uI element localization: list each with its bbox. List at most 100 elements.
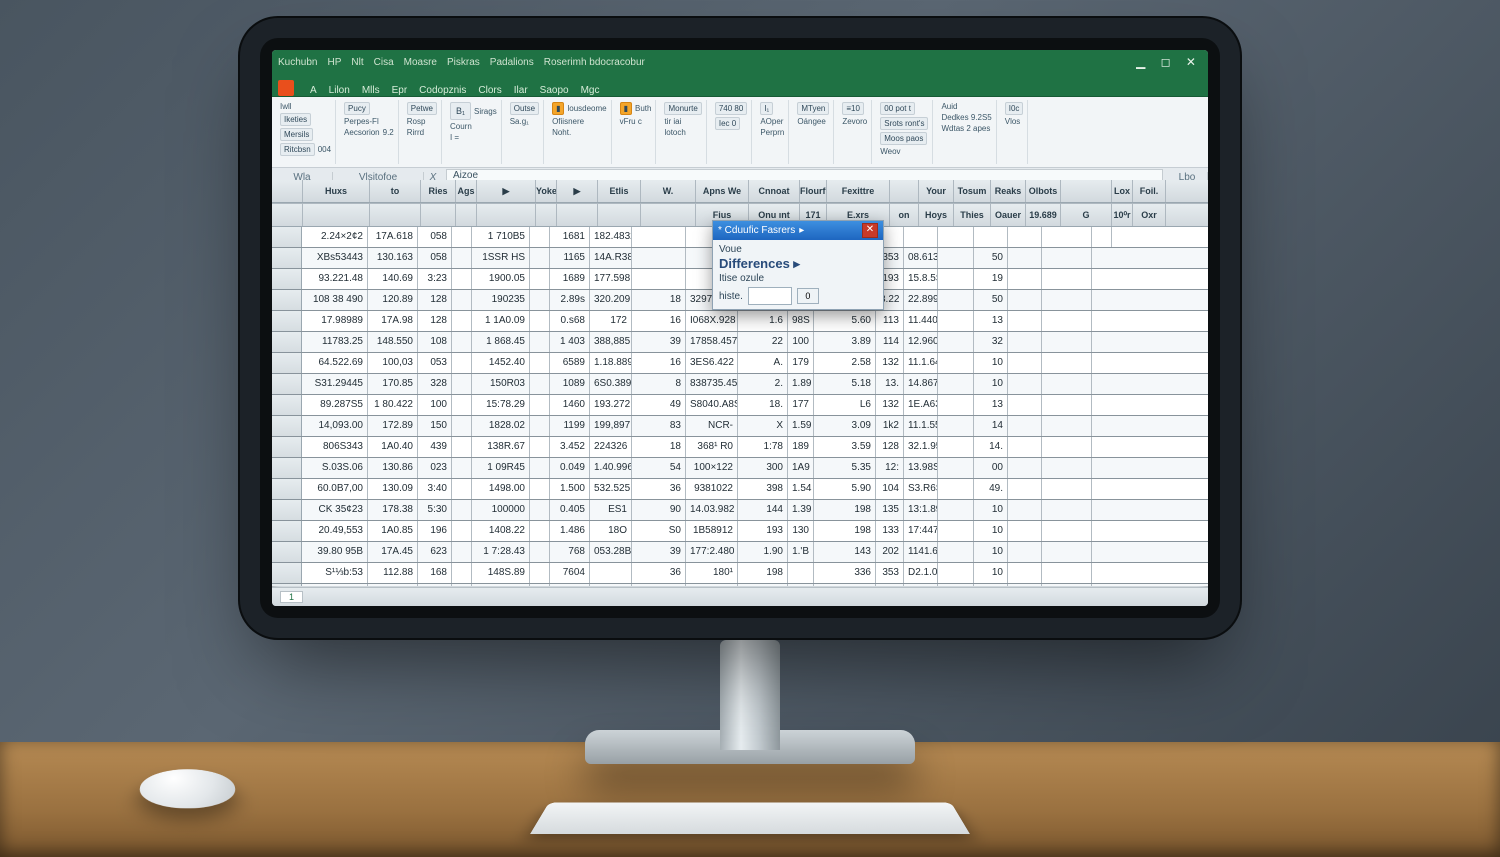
cell[interactable]: 18 xyxy=(632,437,686,457)
cell[interactable]: 058 xyxy=(418,248,452,268)
cell[interactable]: 5.35 xyxy=(814,458,876,478)
cell[interactable] xyxy=(938,416,974,436)
cell[interactable]: 1.89 xyxy=(788,374,814,394)
cell[interactable]: 7604 xyxy=(550,563,590,583)
table-row[interactable]: 806S3431A0.40439138R.673.45222432618368¹… xyxy=(272,437,1208,458)
col-header[interactable]: Etlis xyxy=(598,180,641,202)
cell[interactable]: 170.85 xyxy=(368,374,418,394)
cell[interactable] xyxy=(1008,437,1042,457)
cell[interactable] xyxy=(1008,374,1042,394)
col-header[interactable]: Ries xyxy=(421,180,456,202)
cell[interactable] xyxy=(418,584,452,586)
col-subheader[interactable] xyxy=(536,204,557,226)
cell[interactable]: 1k2 xyxy=(876,416,904,436)
cell[interactable]: 1828.02 xyxy=(472,416,530,436)
cell[interactable]: 113 xyxy=(876,311,904,331)
cell[interactable] xyxy=(938,227,974,247)
cell[interactable]: 135 xyxy=(876,500,904,520)
cell[interactable]: 49. xyxy=(974,479,1008,499)
cell[interactable]: 6S0.389 xyxy=(590,374,632,394)
cell[interactable] xyxy=(938,563,974,583)
cell[interactable] xyxy=(1008,227,1042,247)
cell[interactable] xyxy=(302,584,368,586)
cell[interactable]: 14 xyxy=(974,416,1008,436)
cell[interactable]: 1141.62 xyxy=(904,542,938,562)
cell[interactable] xyxy=(452,416,472,436)
cell[interactable]: 1165 xyxy=(550,248,590,268)
cell[interactable] xyxy=(738,584,788,586)
cell[interactable]: 0.405 xyxy=(550,500,590,520)
cell[interactable]: 1.59 xyxy=(788,416,814,436)
cell[interactable] xyxy=(530,332,550,352)
cell[interactable]: 90 xyxy=(632,500,686,520)
cell[interactable]: 39 xyxy=(632,542,686,562)
table-row[interactable]: 20.49,5531A0.851961408.221.48618O 2234S0… xyxy=(272,521,1208,542)
cell[interactable]: 13:1.89 xyxy=(904,500,938,520)
cell[interactable]: 22 xyxy=(738,332,788,352)
cell[interactable]: 16 xyxy=(632,311,686,331)
cell[interactable] xyxy=(530,584,550,586)
highlight-icon[interactable]: ▮ xyxy=(552,102,564,115)
col-header[interactable]: Apns We xyxy=(696,180,749,202)
col-header[interactable]: Reaks xyxy=(991,180,1026,202)
cell[interactable]: S0 xyxy=(632,521,686,541)
col-subheader[interactable] xyxy=(477,204,536,226)
cell[interactable]: 300 xyxy=(738,458,788,478)
cell[interactable]: 182.4832 xyxy=(590,227,632,247)
cell[interactable] xyxy=(452,437,472,457)
cell[interactable]: 439 xyxy=(418,437,452,457)
cell[interactable] xyxy=(452,563,472,583)
dialog-input[interactable] xyxy=(748,287,792,305)
cell[interactable] xyxy=(530,563,550,583)
cell[interactable] xyxy=(452,500,472,520)
col-header[interactable]: W. xyxy=(641,180,696,202)
col-subheader[interactable]: G xyxy=(1061,204,1112,226)
cell[interactable] xyxy=(1042,227,1092,247)
cell[interactable]: 5.60 xyxy=(814,311,876,331)
cell[interactable] xyxy=(1008,311,1042,331)
cell[interactable]: 193.272 xyxy=(590,395,632,415)
sheet-tab[interactable]: 1 xyxy=(280,591,303,603)
cell[interactable] xyxy=(590,563,632,583)
cell[interactable]: 128 xyxy=(876,437,904,457)
cell[interactable]: 100,03 xyxy=(368,353,418,373)
cell[interactable]: 0.049 xyxy=(550,458,590,478)
cell[interactable]: 058 xyxy=(418,227,452,247)
cell[interactable]: 100 xyxy=(418,395,452,415)
cell[interactable] xyxy=(1042,479,1092,499)
cell[interactable]: 3.452 xyxy=(550,437,590,457)
cell[interactable]: 98S xyxy=(788,311,814,331)
cell[interactable] xyxy=(1008,290,1042,310)
cell[interactable]: 17858.457 xyxy=(686,332,738,352)
cell[interactable] xyxy=(530,542,550,562)
cell[interactable] xyxy=(1008,395,1042,415)
cell[interactable] xyxy=(938,332,974,352)
cell[interactable]: 328 xyxy=(418,374,452,394)
cell[interactable]: 1 710B5 xyxy=(472,227,530,247)
cell[interactable]: 1089 xyxy=(550,374,590,394)
cell[interactable] xyxy=(1042,311,1092,331)
cell[interactable]: 6589 xyxy=(550,353,590,373)
cell[interactable]: 130.09 xyxy=(368,479,418,499)
cell[interactable]: 144 xyxy=(738,500,788,520)
cell[interactable]: 112.88 xyxy=(368,563,418,583)
cell[interactable] xyxy=(530,416,550,436)
col-subheader[interactable] xyxy=(303,204,370,226)
cell[interactable]: 17.98989 xyxy=(302,311,368,331)
cell[interactable]: 150R03 xyxy=(472,374,530,394)
col-subheader[interactable]: Thies xyxy=(954,204,991,226)
cell[interactable]: 353 xyxy=(876,563,904,583)
cell[interactable] xyxy=(1008,353,1042,373)
col-header[interactable]: Tosum xyxy=(954,180,991,202)
cell[interactable]: 11.440 xyxy=(904,311,938,331)
cell[interactable] xyxy=(938,479,974,499)
cell[interactable]: 108 38 490 xyxy=(302,290,368,310)
col-subheader[interactable] xyxy=(272,204,303,226)
cell[interactable] xyxy=(452,290,472,310)
cell[interactable]: 1498.00 xyxy=(472,479,530,499)
cell[interactable]: 2.24×2¢2 xyxy=(302,227,368,247)
cell[interactable] xyxy=(530,437,550,457)
col-subheader[interactable]: Hoys xyxy=(919,204,954,226)
col-header[interactable] xyxy=(272,180,303,202)
col-subheader[interactable] xyxy=(370,204,421,226)
